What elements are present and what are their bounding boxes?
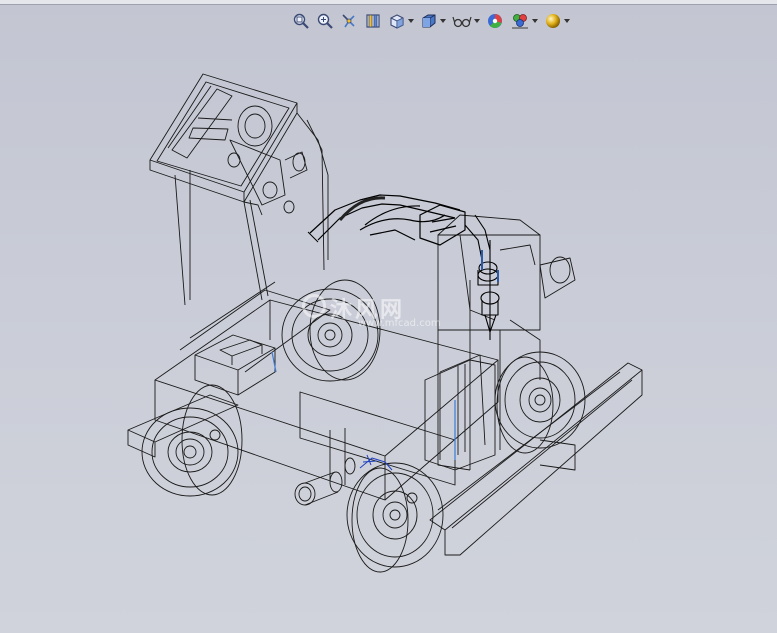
graphics-area[interactable]: 沐风网 www.mfcad.com [0,0,777,633]
wireframe-cart-model[interactable] [0,0,777,633]
right-column [424,214,576,471]
control-box-housing [149,73,329,306]
wheel-front-left [346,462,444,573]
front-skid-rail [429,362,643,556]
chassis-body [127,281,499,501]
highlight-edges [271,250,499,460]
welding-torch-assembly [307,194,466,246]
wheel-rear-left [141,384,243,497]
wheel-rear-right [281,279,381,382]
side-axle-boss [294,457,356,506]
